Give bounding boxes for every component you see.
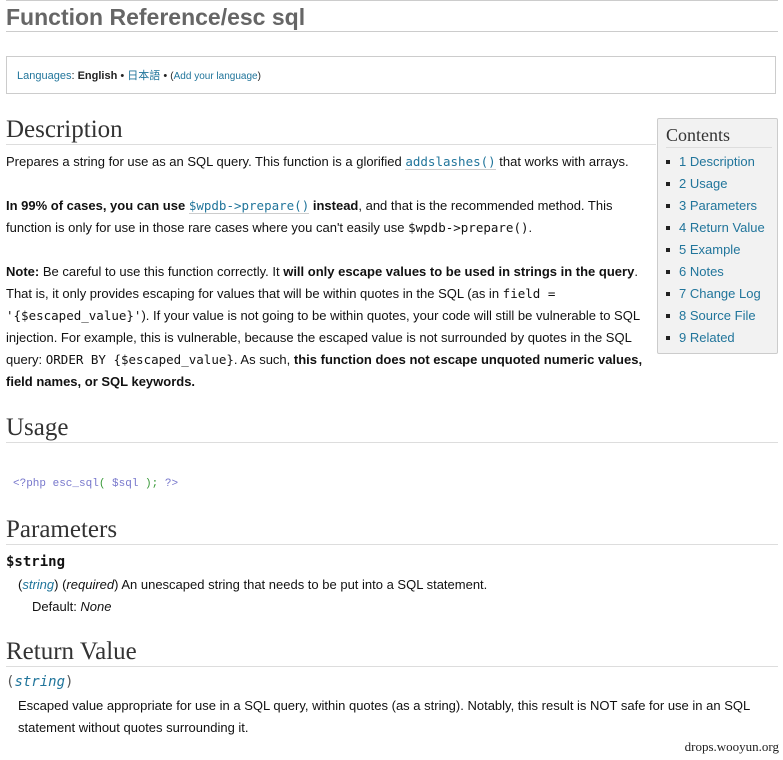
top-divider <box>6 0 778 1</box>
bullet-icon <box>666 203 670 208</box>
return-description: Escaped value appropriate for use in a S… <box>18 698 750 735</box>
toc-link-change-log[interactable]: 7 Change Log <box>679 286 761 301</box>
separator: : <box>71 70 75 82</box>
bullet-icon <box>666 225 670 230</box>
toc-link-source-file[interactable]: 8 Source File <box>679 308 756 323</box>
description-paragraph-1: Prepares a string for use as an SQL quer… <box>6 154 629 170</box>
language-bar: Languages: English • 日本語 • (Add your lan… <box>6 56 776 94</box>
heading-return-value: Return Value <box>6 638 778 667</box>
toc-link-notes[interactable]: 6 Notes <box>679 264 724 279</box>
toc-link-example[interactable]: 5 Example <box>679 242 740 257</box>
description-paragraph-2: In 99% of cases, you can use $wpdb->prep… <box>6 198 613 235</box>
bullet-icon <box>666 313 670 318</box>
current-language: English <box>77 70 118 82</box>
language-link-japanese[interactable]: 日本語 <box>127 70 160 82</box>
parameter-default: Default: None <box>32 599 112 614</box>
toc-item[interactable]: 3 Parameters <box>666 195 765 217</box>
toc-list: 1 Description 2 Usage 3 Parameters 4 Ret… <box>666 151 765 349</box>
toc-item[interactable]: 5 Example <box>666 239 765 261</box>
paren: ) <box>257 71 261 82</box>
toc-link-parameters[interactable]: 3 Parameters <box>679 198 757 213</box>
toc-item[interactable]: 9 Related <box>666 327 765 349</box>
parameter-type-link[interactable]: string <box>22 577 54 592</box>
usage-code: <?php esc_sql( $sql ); ?> <box>13 478 179 490</box>
description-note: Note: Be careful to use this function co… <box>6 264 643 389</box>
addslashes-link[interactable]: addslashes() <box>405 154 496 170</box>
toc-title: Contents <box>666 123 772 148</box>
languages-link[interactable]: Languages <box>17 70 71 82</box>
toc-item[interactable]: 6 Notes <box>666 261 765 283</box>
toc-item[interactable]: 8 Source File <box>666 305 765 327</box>
toc-link-return-value[interactable]: 4 Return Value <box>679 220 765 235</box>
toc-link-usage[interactable]: 2 Usage <box>679 176 727 191</box>
bullet: • <box>120 70 125 82</box>
bullet-icon <box>666 181 670 186</box>
bullet-icon <box>666 335 670 340</box>
bullet: • <box>163 70 168 82</box>
toc-link-description[interactable]: 1 Description <box>679 154 755 169</box>
page-title: Function Reference/esc sql <box>6 4 778 32</box>
heading-usage: Usage <box>6 414 778 443</box>
toc-item[interactable]: 7 Change Log <box>666 283 765 305</box>
bullet-icon <box>666 269 670 274</box>
parameter-name: $string <box>6 554 66 570</box>
bullet-icon <box>666 291 670 296</box>
toc-link-related[interactable]: 9 Related <box>679 330 735 345</box>
bullet-icon <box>666 247 670 252</box>
table-of-contents: Contents 1 Description 2 Usage 3 Paramet… <box>657 118 778 354</box>
heading-description: Description <box>6 116 656 145</box>
wpdb-prepare-link[interactable]: $wpdb->prepare() <box>188 198 310 214</box>
toc-item[interactable]: 4 Return Value <box>666 217 765 239</box>
toc-item[interactable]: 1 Description <box>666 151 765 173</box>
return-type: (string) <box>6 674 74 690</box>
bullet-icon <box>666 159 670 164</box>
toc-item[interactable]: 2 Usage <box>666 173 765 195</box>
parameter-description: (string) (required) An unescaped string … <box>18 577 488 592</box>
heading-parameters: Parameters <box>6 516 778 545</box>
watermark: drops.wooyun.org <box>684 739 779 754</box>
add-language-link[interactable]: Add your language <box>174 71 258 82</box>
